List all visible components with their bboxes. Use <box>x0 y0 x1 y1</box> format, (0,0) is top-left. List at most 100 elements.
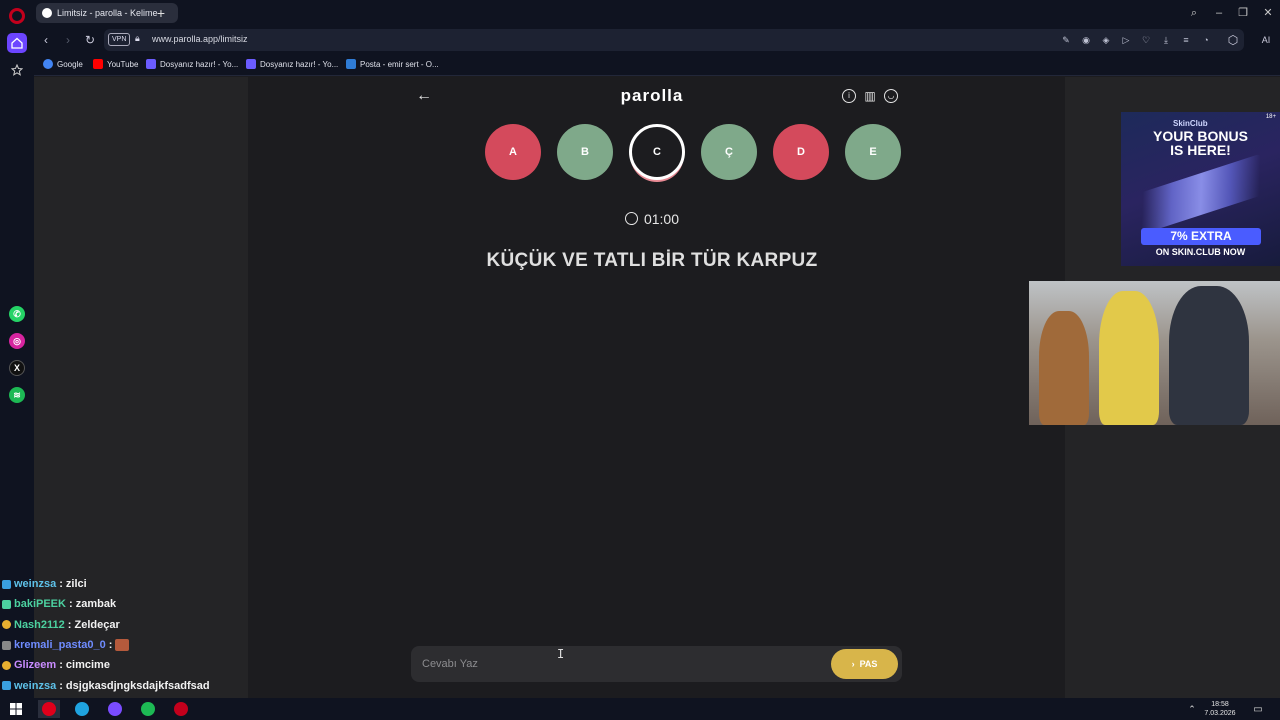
badge-icon <box>2 681 11 691</box>
notification-icon[interactable]: ▭ <box>1247 700 1269 718</box>
advertisement-banner[interactable]: SkinClub 18+ YOUR BONUS IS HERE! 7% EXTRA… <box>1121 112 1280 266</box>
letter-circle-d: D <box>773 124 829 180</box>
emote-icon <box>115 639 130 652</box>
chat-message: weinzsa: zilci <box>2 574 242 594</box>
whatsapp-icon[interactable]: ✆ <box>9 306 25 322</box>
play-icon[interactable]: ▷ <box>1120 34 1132 46</box>
info-icon[interactable]: i <box>842 89 856 103</box>
chat-message: weinzsa: dsjgkasdjngksdajkfsadfsad <box>2 675 242 695</box>
download-icon[interactable]: ⤓ <box>1160 34 1172 46</box>
person-figure <box>1039 311 1089 425</box>
question-text: KÜÇÜK VE TATLI BİR TÜR KARPUZ <box>486 250 818 271</box>
person-figure <box>1099 291 1159 425</box>
forward-icon[interactable]: › <box>60 32 76 48</box>
answer-input[interactable] <box>411 646 821 682</box>
url-field[interactable]: VPN 🔒︎ www.parolla.app/limitsiz ✎ ◉ ◈ ▷ … <box>104 29 1244 51</box>
chat-message: kremali_pasta0_0: <box>2 635 242 655</box>
chat-message: Nash2112: Zeldeçar <box>2 615 242 635</box>
badge-icon <box>2 660 11 670</box>
address-bar: ‹ › ↻ VPN 🔒︎ www.parolla.app/limitsiz ✎ … <box>34 26 1280 54</box>
bookmark-item[interactable]: Dosyanız hazır! - Yo... <box>146 59 238 69</box>
page-title: parolla <box>620 86 684 105</box>
opera-logo-icon[interactable] <box>9 8 25 24</box>
shield-icon[interactable]: ◈ <box>1100 34 1112 46</box>
file-icon <box>146 59 156 69</box>
pass-button[interactable]: › PAS <box>831 649 898 679</box>
youtube-icon <box>93 59 103 69</box>
home-icon[interactable] <box>7 33 27 53</box>
parolla-app: ← parolla i ▥ ◡ A B C Ç D E 01:00 KÜÇÜK … <box>402 77 902 698</box>
letter-circle-c: C <box>629 124 685 180</box>
chrome-taskbar-icon[interactable] <box>104 700 126 718</box>
ai-button[interactable]: AI <box>1254 32 1278 48</box>
ai-label: AI <box>1261 35 1271 45</box>
bookmark-item[interactable]: Posta - emir sert - O... <box>346 59 439 69</box>
close-icon[interactable]: ✕ <box>1258 4 1278 22</box>
x-twitter-icon[interactable]: X <box>9 360 25 376</box>
search-icon[interactable]: ⌕ <box>1184 4 1204 22</box>
chevron-right-icon: › <box>851 659 855 669</box>
webcam-overlay <box>1029 281 1280 425</box>
bookmarks-bar: Google YouTube Dosyanız hazır! - Yo... D… <box>34 54 1280 76</box>
profile-icon[interactable]: ◔ <box>1200 34 1212 46</box>
parolla-favicon-icon <box>42 8 52 18</box>
letter-circle-b: B <box>557 124 613 180</box>
extensions-icon[interactable]: ⬡ <box>1225 32 1241 48</box>
reload-icon[interactable]: ↻ <box>82 32 98 48</box>
letter-circle-e: E <box>845 124 901 180</box>
text-cursor-icon: I <box>557 647 565 661</box>
app-taskbar-icon[interactable] <box>170 700 192 718</box>
chat-message: bakiPEEK: zambak <box>2 594 242 614</box>
badge-icon <box>2 620 11 630</box>
bookmark-item[interactable]: Dosyanız hazır! - Yo... <box>246 59 338 69</box>
opera-taskbar-icon[interactable] <box>38 700 60 718</box>
ad-headline: YOUR BONUS IS HERE! <box>1153 128 1248 158</box>
chat-message: Glizeem: cimcime <box>2 655 242 675</box>
timer: 01:00 <box>402 211 902 227</box>
taskbar-clock[interactable]: 18:58 7.03.2026 <box>1200 700 1240 718</box>
clock-icon <box>624 212 638 225</box>
file-icon <box>246 59 256 69</box>
url-text[interactable]: www.parolla.app/limitsiz <box>152 34 248 44</box>
edge-taskbar-icon[interactable] <box>71 700 93 718</box>
menu-icon[interactable]: ≡ <box>1180 34 1192 46</box>
badge-icon <box>2 599 11 609</box>
new-tab-button[interactable]: + <box>152 4 170 22</box>
ad-extra-badge: 7% EXTRA <box>1141 228 1261 245</box>
answer-bar: › PAS <box>411 646 902 682</box>
camera-icon[interactable]: ◉ <box>1080 34 1092 46</box>
edit-icon[interactable]: ✎ <box>1060 34 1072 46</box>
badge-icon <box>2 579 11 589</box>
ad-age-badge: 18+ <box>1265 114 1276 120</box>
spotify-taskbar-icon[interactable] <box>137 700 159 718</box>
ad-brand: SkinClub <box>1173 119 1208 128</box>
user-icon[interactable]: ◡ <box>884 89 898 103</box>
instagram-icon[interactable]: ◎ <box>9 333 25 349</box>
back-icon[interactable]: ‹ <box>38 32 54 48</box>
badge-icon <box>2 640 11 650</box>
heart-icon[interactable]: ♡ <box>1140 34 1152 46</box>
timer-value: 01:00 <box>643 211 680 227</box>
bookmark-item[interactable]: Google <box>43 59 83 69</box>
ad-site-text: ON SKIN.CLUB NOW <box>1155 247 1246 257</box>
minimize-icon[interactable]: – <box>1209 4 1229 22</box>
restore-icon[interactable]: ❐ <box>1233 4 1253 22</box>
windows-start-icon[interactable] <box>5 700 27 718</box>
taskbar: ⌃ 18:58 7.03.2026 ▭ <box>0 698 1280 720</box>
google-icon <box>43 59 53 69</box>
mail-icon <box>346 59 356 69</box>
letter-circle-c-cedilla: Ç <box>701 124 757 180</box>
stream-chat: weinzsa: zilci bakiPEEK: zambak Nash2112… <box>2 574 242 696</box>
tab-bar: Limitsiz - parolla - Kelime + ⌕ – ❐ ✕ <box>34 0 1280 26</box>
letter-circle-a: A <box>485 124 541 180</box>
rifle-image <box>1128 153 1274 235</box>
vpn-badge[interactable]: VPN <box>108 33 131 46</box>
lock-icon[interactable]: 🔒︎ <box>135 33 140 44</box>
star-icon[interactable] <box>7 60 27 80</box>
bookmark-item[interactable]: YouTube <box>93 59 138 69</box>
tab-title: Limitsiz - parolla - Kelime <box>57 8 158 18</box>
person-figure <box>1169 286 1249 425</box>
spotify-icon[interactable]: ≋ <box>9 387 25 403</box>
stats-icon[interactable]: ▥ <box>863 89 877 103</box>
pass-label: PAS <box>859 659 878 669</box>
